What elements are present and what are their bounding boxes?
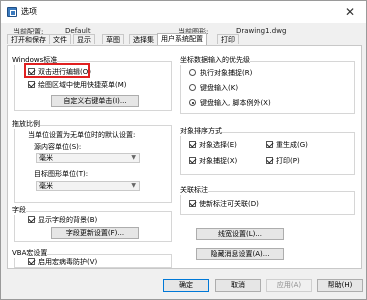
window-title: 选项 bbox=[21, 7, 37, 16]
associative-dim-label: 使新标注可关联(D) bbox=[199, 200, 259, 208]
tab-plot[interactable]: 打印 bbox=[217, 34, 239, 44]
tab-selection[interactable]: 选择集 bbox=[129, 34, 158, 44]
associative-dim-title: 关联标注 bbox=[180, 185, 208, 195]
ok-button[interactable]: 确定 bbox=[163, 279, 209, 292]
sort-object-snap-label: 对象捕捉(X) bbox=[199, 157, 238, 165]
sort-regen-checkbox[interactable] bbox=[266, 141, 273, 148]
insert-scale-title: 拖放比例 bbox=[12, 119, 40, 129]
tab-user-preferences[interactable]: 用户系统配置 bbox=[157, 33, 207, 45]
custom-right-click-button[interactable]: 自定义右键单击(I)... bbox=[51, 95, 139, 107]
tab-files[interactable]: 文件 bbox=[49, 34, 71, 44]
apply-button[interactable]: 应用(A) bbox=[266, 279, 312, 292]
options-dialog: 选项 ✕ 当前配置: Default 当前图形: Drawing1.dwg 打开… bbox=[0, 0, 367, 300]
object-sort-group bbox=[180, 132, 355, 175]
tab-open-save[interactable]: 打开和保存 bbox=[7, 34, 50, 44]
hidden-messages-button[interactable]: 隐藏消息设置(A)... bbox=[196, 248, 284, 260]
insert-scale-subtitle: 当单位设置为无单位时的默认设置: bbox=[28, 131, 136, 139]
tab-content-panel: Windows标准 双击进行编辑(O) 绘图区域中使用快捷菜单(M) 自定义右键… bbox=[7, 45, 362, 269]
sort-object-select-checkbox[interactable] bbox=[189, 141, 196, 148]
source-units-label: 源内容单位(S): bbox=[34, 143, 82, 151]
chevron-down-icon: ▼ bbox=[131, 154, 136, 161]
target-units-value: 毫米 bbox=[39, 182, 53, 190]
sort-object-select-label: 对象选择(E) bbox=[199, 141, 237, 149]
field-update-settings-button[interactable]: 字段更新设置(F)... bbox=[51, 227, 139, 239]
fields-title: 字段 bbox=[12, 205, 26, 215]
title-bar: 选项 ✕ bbox=[1, 1, 366, 23]
coord-priority-title: 坐标数据输入的优先级 bbox=[180, 55, 250, 65]
radio-keyboard-except-scripts-label: 键盘输入, 脚本例外(X) bbox=[200, 99, 271, 107]
highlight-box bbox=[24, 63, 90, 78]
tab-drafting[interactable]: 草图 bbox=[102, 34, 124, 44]
object-sort-title: 对象排序方式 bbox=[180, 126, 222, 136]
target-units-select[interactable]: 毫米 ▼ bbox=[36, 181, 140, 191]
sort-object-snap-checkbox[interactable] bbox=[189, 157, 196, 164]
radio-object-snap-label: 执行对象捕捉(R) bbox=[200, 69, 253, 77]
radio-keyboard-except-scripts[interactable] bbox=[189, 99, 196, 106]
macro-virus-label: 启用宏病毒防护(V) bbox=[38, 258, 98, 266]
source-units-select[interactable]: 毫米 ▼ bbox=[36, 153, 140, 163]
source-units-value: 毫米 bbox=[39, 154, 53, 162]
help-button[interactable]: 帮助(H) bbox=[317, 279, 363, 292]
radio-object-snap[interactable] bbox=[189, 69, 196, 76]
cancel-button[interactable]: 取消 bbox=[215, 279, 261, 292]
shortcut-menu-checkbox[interactable] bbox=[28, 81, 35, 88]
close-icon[interactable]: ✕ bbox=[340, 4, 360, 20]
radio-keyboard-entry[interactable] bbox=[189, 84, 196, 91]
chevron-down-icon: ▼ bbox=[131, 182, 136, 189]
sort-print-label: 打印(P) bbox=[276, 157, 300, 165]
sort-print-checkbox[interactable] bbox=[266, 157, 273, 164]
tab-display[interactable]: 显示 bbox=[73, 34, 95, 44]
show-field-background-label: 显示字段的背景(B) bbox=[38, 216, 98, 224]
current-drawing-value: Drawing1.dwg bbox=[236, 27, 287, 35]
target-units-label: 目标图形单位(T): bbox=[34, 170, 89, 178]
app-icon bbox=[7, 7, 17, 17]
lineweight-settings-button[interactable]: 线宽设置(L)... bbox=[196, 228, 284, 240]
associative-dim-checkbox[interactable] bbox=[189, 200, 196, 207]
shortcut-menu-label: 绘图区域中使用快捷菜单(M) bbox=[38, 81, 127, 89]
sort-regen-label: 重生成(G) bbox=[276, 141, 308, 149]
radio-keyboard-entry-label: 键盘输入(K) bbox=[200, 84, 239, 92]
macro-virus-checkbox[interactable] bbox=[28, 258, 35, 265]
show-field-background-checkbox[interactable] bbox=[28, 216, 35, 223]
